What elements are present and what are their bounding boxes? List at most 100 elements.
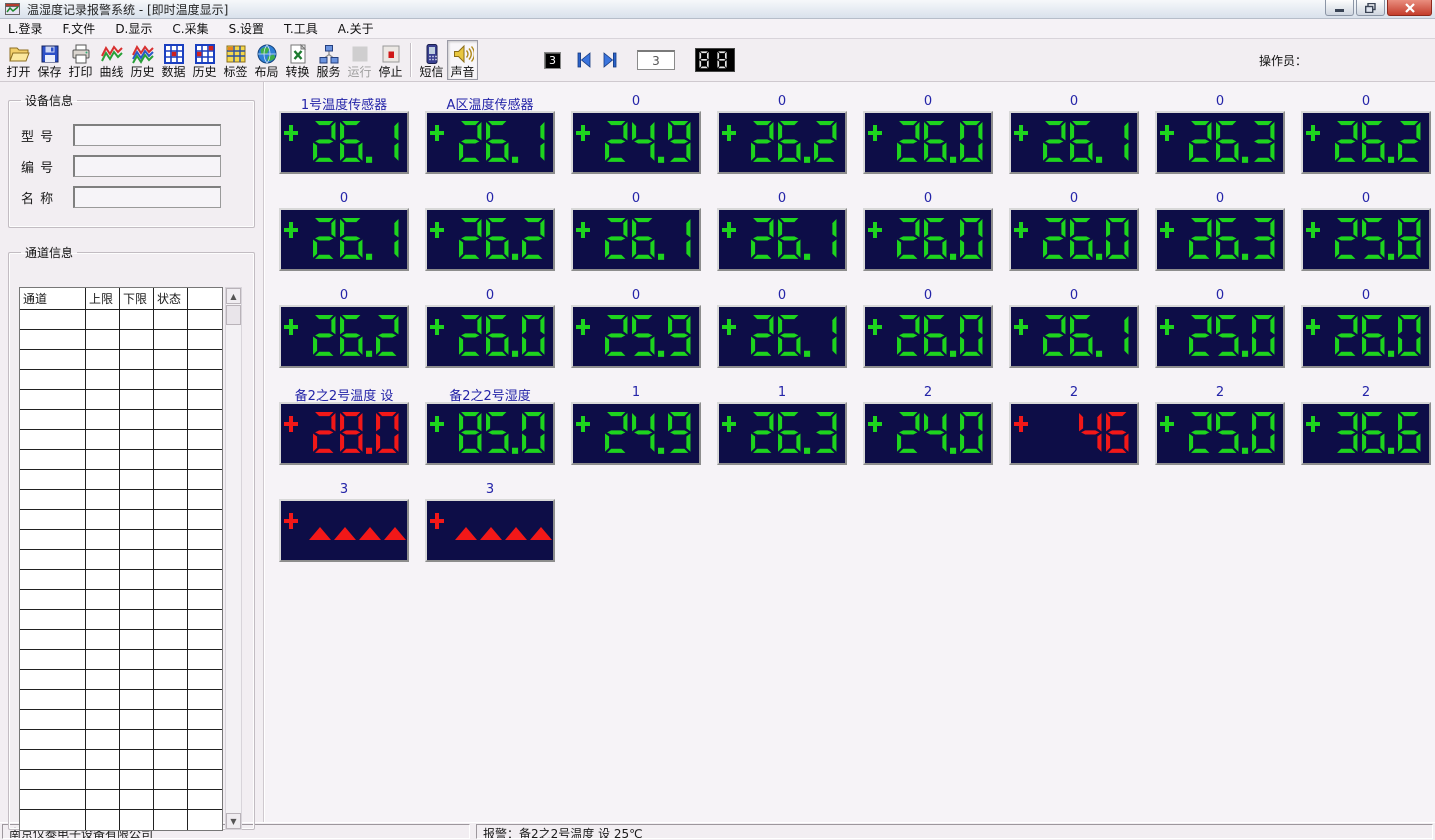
led-display-r2c0[interactable]: 0 — [279, 288, 409, 368]
led-display-r2c3[interactable]: 0 — [717, 288, 847, 368]
page-input[interactable] — [637, 50, 675, 70]
led-display-r2c1[interactable]: 0 — [425, 288, 555, 368]
table-cell-filler — [188, 570, 222, 589]
led-display-r3c1[interactable]: 备2之2号湿度 — [425, 385, 555, 465]
table-row[interactable] — [20, 310, 222, 330]
device-field-input-0[interactable] — [73, 124, 221, 146]
toolbar-button-curve-chart[interactable]: 曲线 — [96, 40, 127, 80]
prev-page-button[interactable] — [575, 51, 593, 69]
table-row[interactable] — [20, 510, 222, 530]
menu-item-1[interactable]: F.文件 — [63, 18, 106, 39]
led-display-r2c5[interactable]: 0 — [1009, 288, 1139, 368]
table-cell-filler — [188, 370, 222, 389]
led-display-r1c7[interactable]: 0 — [1301, 191, 1431, 271]
toolbar-button-data-table[interactable]: 数据 — [158, 40, 189, 80]
led-display-label: 0 — [571, 288, 701, 305]
table-row[interactable] — [20, 610, 222, 630]
table-row[interactable] — [20, 790, 222, 810]
led-display-r1c2[interactable]: 0 — [571, 191, 701, 271]
table-row[interactable] — [20, 370, 222, 390]
led-display-r2c6[interactable]: 0 — [1155, 288, 1285, 368]
toolbar-button-convert[interactable]: 转换 — [282, 40, 313, 80]
table-row[interactable] — [20, 630, 222, 650]
table-row[interactable] — [20, 430, 222, 450]
toolbar-button-label-table[interactable]: 标签 — [220, 40, 251, 80]
menu-item-5[interactable]: T.工具 — [284, 18, 328, 39]
table-row[interactable] — [20, 410, 222, 430]
led-display-r1c4[interactable]: 0 — [863, 191, 993, 271]
led-display-r1c5[interactable]: 0 — [1009, 191, 1139, 271]
led-display-r4c1[interactable]: 3 — [425, 482, 555, 562]
toolbar-button-history-table[interactable]: 历史 — [189, 40, 220, 80]
led-display-r3c6[interactable]: 2 — [1155, 385, 1285, 465]
led-display-r0c1[interactable]: A区温度传感器 — [425, 94, 555, 174]
table-row[interactable] — [20, 690, 222, 710]
toolbar-button-save[interactable]: 保存 — [34, 40, 65, 80]
table-row[interactable] — [20, 350, 222, 370]
led-display-r3c7[interactable]: 2 — [1301, 385, 1431, 465]
next-page-button[interactable] — [601, 51, 619, 69]
led-display-r0c0[interactable]: 1号温度传感器 — [279, 94, 409, 174]
table-row[interactable] — [20, 450, 222, 470]
table-cell-filler — [188, 550, 222, 569]
table-row[interactable] — [20, 650, 222, 670]
led-display-r1c0[interactable]: 0 — [279, 191, 409, 271]
channel-table-scrollbar[interactable]: ▲ ▼ — [225, 287, 242, 830]
scroll-down-button[interactable]: ▼ — [226, 813, 241, 829]
table-row[interactable] — [20, 590, 222, 610]
table-row[interactable] — [20, 730, 222, 750]
toolbar-button-sms[interactable]: 短信 — [416, 40, 447, 80]
table-row[interactable] — [20, 470, 222, 490]
led-display-r0c2[interactable]: 0 — [571, 94, 701, 174]
led-display-r2c7[interactable]: 0 — [1301, 288, 1431, 368]
toolbar-button-stop[interactable]: 停止 — [375, 40, 406, 80]
toolbar-button-network[interactable]: 服务 — [313, 40, 344, 80]
toolbar-button-open-folder[interactable]: 打开 — [3, 40, 34, 80]
table-row[interactable] — [20, 490, 222, 510]
led-display-r2c4[interactable]: 0 — [863, 288, 993, 368]
led-display-r3c4[interactable]: 2 — [863, 385, 993, 465]
led-display-label: 1 — [717, 385, 847, 402]
led-display-r1c6[interactable]: 0 — [1155, 191, 1285, 271]
table-row[interactable] — [20, 710, 222, 730]
led-display-r3c5[interactable]: 2 — [1009, 385, 1139, 465]
table-row[interactable] — [20, 570, 222, 590]
led-display-r3c2[interactable]: 1 — [571, 385, 701, 465]
led-display-r3c3[interactable]: 1 — [717, 385, 847, 465]
scroll-up-button[interactable]: ▲ — [226, 288, 241, 304]
minimize-button[interactable] — [1325, 0, 1354, 16]
scroll-thumb[interactable] — [226, 305, 241, 325]
menu-item-2[interactable]: D.显示 — [115, 18, 162, 39]
led-display-r4c0[interactable]: 3 — [279, 482, 409, 562]
close-button[interactable] — [1387, 0, 1432, 16]
table-row[interactable] — [20, 670, 222, 690]
table-cell — [120, 390, 154, 409]
led-display-r0c3[interactable]: 0 — [717, 94, 847, 174]
menu-item-3[interactable]: C.采集 — [172, 18, 218, 39]
table-row[interactable] — [20, 330, 222, 350]
led-display-r0c4[interactable]: 0 — [863, 94, 993, 174]
toolbar-button-print[interactable]: 打印 — [65, 40, 96, 80]
led-display-r2c2[interactable]: 0 — [571, 288, 701, 368]
toolbar-button-history-chart[interactable]: 历史 — [127, 40, 158, 80]
table-row[interactable] — [20, 390, 222, 410]
menu-item-4[interactable]: S.设置 — [229, 18, 274, 39]
toolbar-button-globe[interactable]: 布局 — [251, 40, 282, 80]
led-display-r1c3[interactable]: 0 — [717, 191, 847, 271]
led-display-r0c6[interactable]: 0 — [1155, 94, 1285, 174]
toolbar-button-sound[interactable]: 声音 — [447, 40, 478, 80]
restore-button[interactable] — [1356, 0, 1385, 16]
led-display-r0c7[interactable]: 0 — [1301, 94, 1431, 174]
device-field-input-2[interactable] — [73, 186, 221, 208]
menu-item-6[interactable]: A.关于 — [338, 18, 384, 39]
table-row[interactable] — [20, 810, 222, 830]
device-field-input-1[interactable] — [73, 155, 221, 177]
table-row[interactable] — [20, 750, 222, 770]
led-display-r0c5[interactable]: 0 — [1009, 94, 1139, 174]
led-display-r3c0[interactable]: 备2之2号温度 设 — [279, 385, 409, 465]
table-row[interactable] — [20, 550, 222, 570]
table-row[interactable] — [20, 530, 222, 550]
table-row[interactable] — [20, 770, 222, 790]
led-display-r1c1[interactable]: 0 — [425, 191, 555, 271]
menu-item-0[interactable]: L.登录 — [8, 18, 53, 39]
